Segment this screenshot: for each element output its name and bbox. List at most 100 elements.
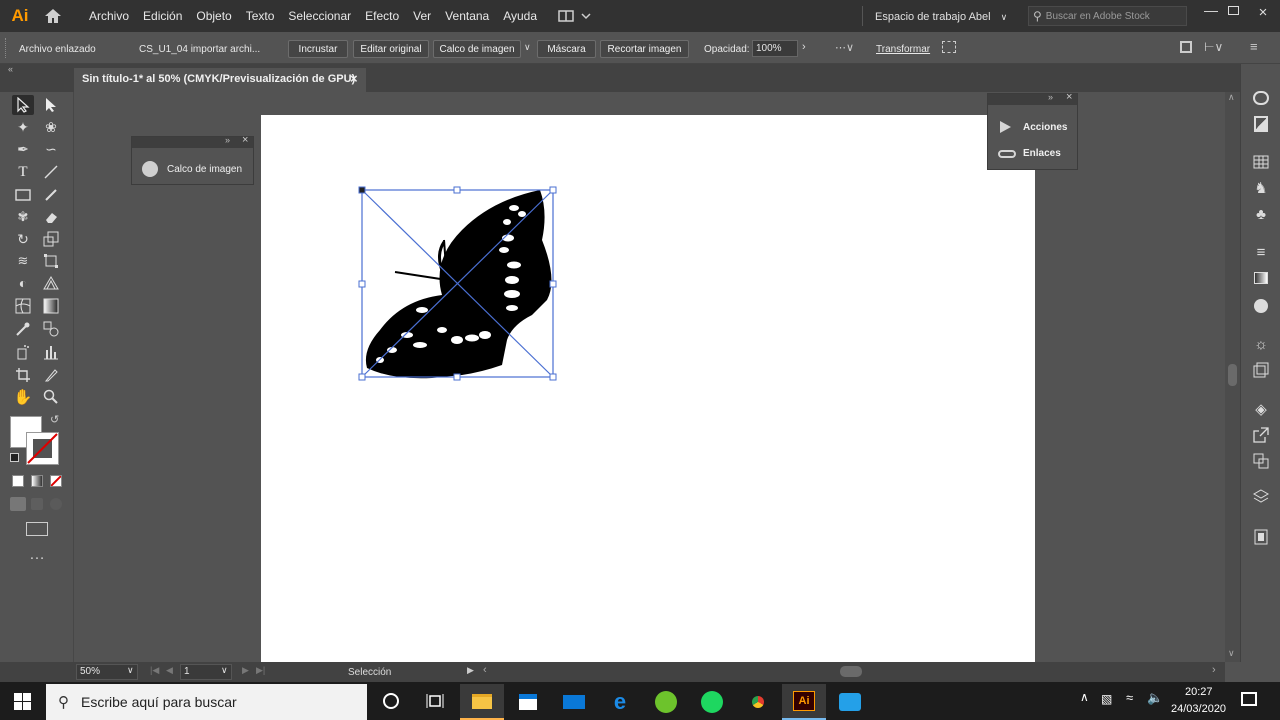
clock-date[interactable]: 24/03/2020 [1171,703,1226,715]
transform-link[interactable]: Transformar [876,44,930,55]
layout-icon[interactable] [1180,41,1192,53]
scroll-left-icon[interactable]: ‹ [483,664,487,676]
scale-tool-icon[interactable] [40,229,62,249]
links-item[interactable]: Enlaces [998,148,1061,159]
curvature-tool-icon[interactable]: ∽ [40,139,62,159]
illustrator-taskbar-icon[interactable]: Ai [782,684,826,720]
selection-tool-icon[interactable] [12,95,34,115]
status-menu-icon[interactable]: ▶ [467,665,474,676]
menu-archivo[interactable]: Archivo [82,0,136,32]
none-mode-icon[interactable] [50,475,62,487]
utorrent-icon[interactable] [644,684,688,720]
network-icon[interactable]: ▧ [1101,692,1112,706]
line-tool-icon[interactable] [40,162,62,182]
free-transform-tool-icon[interactable] [40,251,62,271]
close-panel-icon[interactable]: × [1066,91,1072,103]
appearance-panel-icon[interactable]: ☼ [1249,334,1273,354]
mail-icon[interactable] [552,684,596,720]
paintbrush-tool-icon[interactable] [40,185,62,205]
wifi-icon[interactable]: ≈ [1126,690,1133,705]
show-hidden-icons[interactable]: ∧ [1080,690,1089,704]
gradient-mode-icon[interactable] [31,475,43,487]
zoom-tool-icon[interactable] [40,387,62,407]
actions-item[interactable]: Acciones [1000,121,1067,133]
volume-icon[interactable]: 🔈 [1147,690,1163,706]
transform-icon[interactable] [942,41,956,53]
zoom-select[interactable]: 50% ∨ [76,664,138,680]
rotate-tool-icon[interactable]: ↻ [12,229,34,249]
color-mode-icon[interactable] [12,475,24,487]
default-colors-icon[interactable] [10,453,19,462]
embed-button[interactable]: Incrustar [288,40,348,58]
menu-objeto[interactable]: Objeto [189,0,238,32]
last-artboard-icon[interactable]: ▶| [256,665,265,676]
symbol-sprayer-tool-icon[interactable] [12,342,34,362]
rectangle-tool-icon[interactable] [12,185,34,205]
graphic-styles-panel-icon[interactable] [1249,360,1273,380]
crop-image-button[interactable]: Recortar imagen [600,40,689,58]
shape-builder-tool-icon[interactable]: ◐ [12,273,34,293]
draw-inside-icon[interactable] [50,498,62,510]
menu-ayuda[interactable]: Ayuda [496,0,544,32]
align-options-icon[interactable]: ⊢∨ [1204,40,1223,54]
mask-button[interactable]: Máscara [537,40,596,58]
expand-panel-icon[interactable]: » [1048,92,1053,102]
placed-image-butterfly[interactable] [355,183,560,383]
slice-tool-icon[interactable] [40,365,62,385]
color-guide-icon[interactable] [1249,114,1273,134]
trace-preset-chevron-icon[interactable]: ∨ [524,42,531,53]
artboard-number-field[interactable]: 1 ∨ [180,664,232,680]
notifications-icon[interactable] [1241,692,1257,706]
artboards-panel-icon[interactable] [1249,451,1273,471]
blend-tool-icon[interactable] [40,319,62,339]
draw-normal-icon[interactable] [10,497,26,511]
warp-tool-icon[interactable]: ≋ [12,251,34,271]
image-trace-button[interactable]: Calco de imagen [433,40,521,58]
opacity-arrow-icon[interactable]: › [802,41,806,53]
layers-panel-icon[interactable]: ◈ [1249,399,1273,419]
screen-recorder-icon[interactable] [828,684,872,720]
cortana-icon[interactable] [383,693,399,709]
vertical-scrollbar[interactable]: ∧ ∨ [1225,92,1240,662]
minimize-button[interactable]: — [1200,2,1222,24]
magic-wand-tool-icon[interactable]: ✦ [12,117,34,137]
close-window-button[interactable]: × [1254,4,1272,21]
workspace-switcher[interactable]: Espacio de trabajo Abel ∨ [875,9,1015,25]
clock-time[interactable]: 20:27 [1185,686,1213,698]
stroke-panel-icon[interactable]: ≡ [1249,242,1273,262]
pen-tool-icon[interactable]: ✒ [12,139,34,159]
edit-original-button[interactable]: Editar original [353,40,429,58]
libraries-panel-icon[interactable] [1249,487,1273,507]
home-icon[interactable] [40,0,66,32]
stroke-color-swatch[interactable] [26,432,59,465]
close-tab-icon[interactable]: × [350,71,358,86]
expand-panel-icon[interactable]: » [225,135,230,145]
symbols-panel-icon[interactable]: ♣ [1249,204,1273,224]
gradient-panel-icon[interactable] [1249,268,1273,288]
search-stock-field[interactable]: ⚲ Buscar en Adobe Stock [1028,6,1187,26]
gradient-tool-icon[interactable] [40,296,62,316]
shaper-tool-icon[interactable]: ✾ [12,207,34,227]
color-panel-icon[interactable] [1249,88,1273,108]
properties-panel-icon[interactable] [1249,527,1273,547]
direct-selection-tool-icon[interactable] [40,95,62,115]
panel-menu-icon[interactable]: ≡ [1250,39,1258,54]
taskbar-search-box[interactable]: ⚲ Escribe aquí para buscar [46,684,367,720]
align-grid-icon[interactable]: ⋯∨ [835,41,854,54]
perspective-grid-tool-icon[interactable] [40,273,62,293]
first-artboard-icon[interactable]: |◀ [150,665,159,676]
menu-seleccionar[interactable]: Seleccionar [281,0,358,32]
eraser-tool-icon[interactable] [40,207,62,227]
screen-mode-icon[interactable] [26,522,48,536]
eyedropper-tool-icon[interactable] [12,319,34,339]
menu-ver[interactable]: Ver [406,0,438,32]
store-icon[interactable] [506,684,550,720]
windows-start-icon[interactable] [14,693,31,713]
column-graph-tool-icon[interactable] [40,342,62,362]
artboard-tool-icon[interactable] [12,365,34,385]
hand-tool-icon[interactable]: ✋ [12,387,34,407]
menu-efecto[interactable]: Efecto [358,0,406,32]
type-tool-icon[interactable]: T [12,162,34,182]
menu-ventana[interactable]: Ventana [438,0,496,32]
tab-document[interactable]: Sin título-1* al 50% (CMYK/Previsualizac… [74,68,366,92]
